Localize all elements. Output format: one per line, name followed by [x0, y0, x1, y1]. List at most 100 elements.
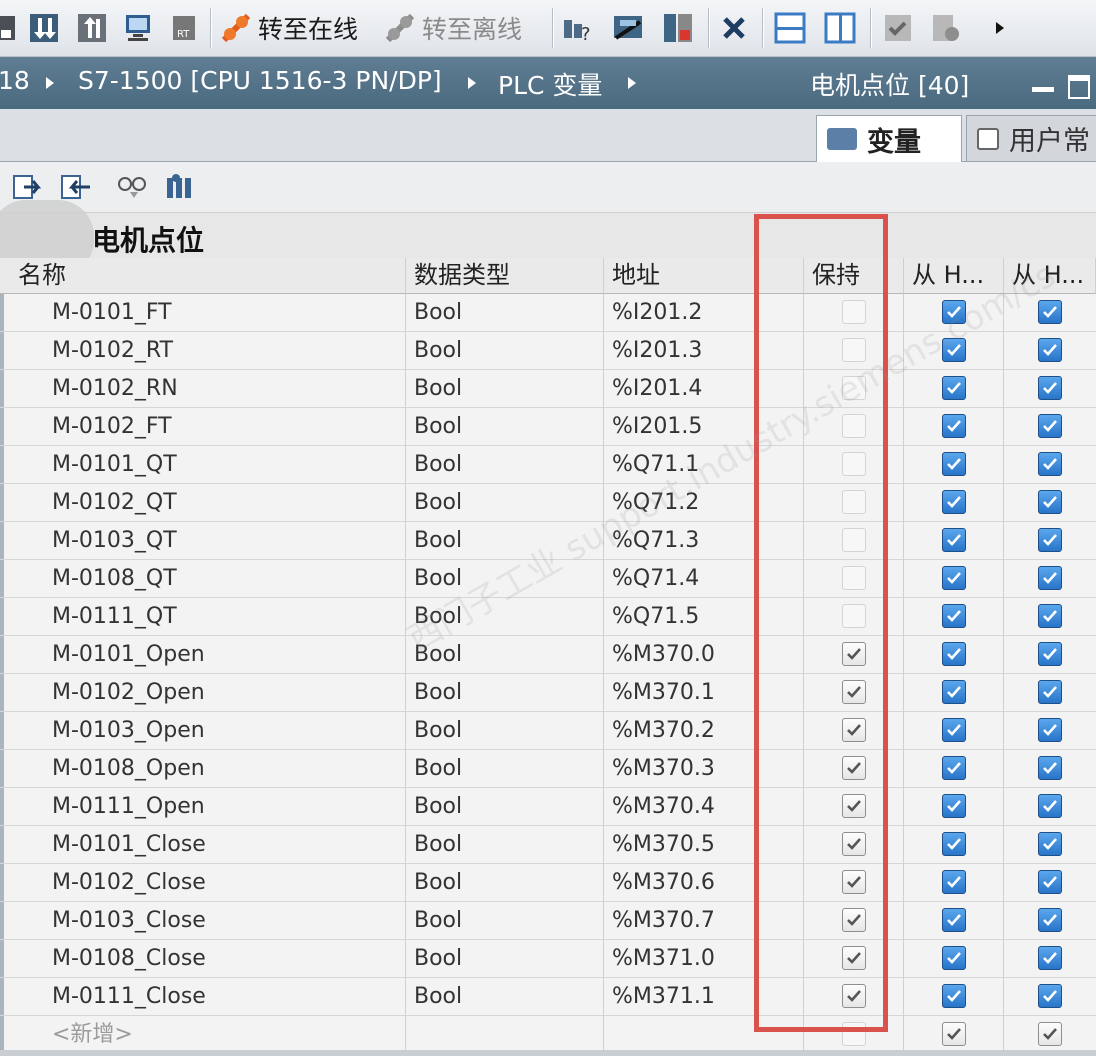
row-handle[interactable] [0, 788, 4, 825]
retain-checkbox[interactable] [842, 794, 866, 818]
column-header-hmi-visible[interactable]: 从 H... [1004, 258, 1096, 294]
retain-checkbox[interactable] [842, 414, 866, 438]
retain-checkbox[interactable] [842, 376, 866, 400]
hmi-visible-checkbox[interactable] [1038, 528, 1062, 552]
tag-name-cell[interactable]: M-0102_RN [44, 370, 406, 408]
retain-checkbox[interactable] [842, 908, 866, 932]
table-row[interactable]: M-0102_RN Bool %I201.4 [0, 370, 1096, 408]
upload-button[interactable] [76, 10, 108, 46]
table-row[interactable]: M-0102_RT Bool %I201.3 [0, 332, 1096, 370]
data-type-cell[interactable]: Bool [406, 750, 604, 788]
hmi-visible-checkbox[interactable] [1038, 984, 1062, 1008]
row-handle[interactable] [0, 978, 4, 1015]
row-handle[interactable] [0, 598, 4, 635]
hmi-accessible-checkbox[interactable] [942, 604, 966, 628]
row-handle[interactable] [0, 902, 4, 939]
retain-checkbox[interactable] [842, 452, 866, 476]
address-cell[interactable]: %M371.1 [604, 978, 804, 1016]
tag-name-cell[interactable]: M-0102_Close [44, 864, 406, 902]
hmi-visible-checkbox[interactable] [1038, 946, 1062, 970]
tag-name-cell[interactable]: M-0101_Open [44, 636, 406, 674]
monitor-button[interactable] [122, 10, 154, 46]
row-handle[interactable] [0, 370, 4, 407]
data-type-cell[interactable]: Bool [406, 940, 604, 978]
hmi-visible-checkbox[interactable] [1038, 376, 1062, 400]
accessible-devices-button[interactable]: ? [562, 10, 594, 46]
table-row[interactable]: M-0108_QT Bool %Q71.4 [0, 560, 1096, 598]
data-type-cell[interactable]: Bool [406, 332, 604, 370]
hmi-accessible-checkbox[interactable] [942, 414, 966, 438]
breadcrumb-item-cpu[interactable]: S7-1500 [CPU 1516-3 PN/DP] [78, 66, 442, 95]
tag-name-cell[interactable]: <新增> [44, 1016, 406, 1054]
hmi-accessible-checkbox[interactable] [942, 528, 966, 552]
hmi-accessible-checkbox[interactable] [942, 490, 966, 514]
hmi-visible-checkbox[interactable] [1038, 794, 1062, 818]
go-online-button[interactable]: 转至在线 [220, 10, 358, 46]
hmi-accessible-checkbox[interactable] [942, 376, 966, 400]
tag-name-cell[interactable]: M-0101_QT [44, 446, 406, 484]
address-cell[interactable]: %Q71.2 [604, 484, 804, 522]
download-button[interactable] [28, 10, 60, 46]
retain-checkbox[interactable] [842, 946, 866, 970]
table-row[interactable]: M-0103_Close Bool %M370.7 [0, 902, 1096, 940]
retain-checkbox[interactable] [842, 984, 866, 1008]
hmi-visible-checkbox[interactable] [1038, 452, 1062, 476]
split-vertical-button[interactable] [824, 10, 856, 46]
retain-checkbox[interactable] [842, 528, 866, 552]
address-cell[interactable] [604, 1016, 804, 1054]
retain-checkbox[interactable] [842, 718, 866, 742]
tag-name-cell[interactable]: M-0103_Close [44, 902, 406, 940]
row-handle[interactable] [0, 408, 4, 445]
hmi-visible-checkbox[interactable] [1038, 680, 1062, 704]
retain-checkbox[interactable] [842, 604, 866, 628]
hmi-accessible-checkbox[interactable] [942, 718, 966, 742]
retain-checkbox[interactable] [842, 338, 866, 362]
minimize-button[interactable] [1032, 87, 1054, 92]
hmi-accessible-checkbox[interactable] [942, 908, 966, 932]
hmi-visible-checkbox[interactable] [1038, 604, 1062, 628]
retain-checkbox[interactable] [842, 490, 866, 514]
breadcrumb-item-project[interactable]: 18 [0, 66, 30, 95]
tag-name-cell[interactable]: M-0108_Open [44, 750, 406, 788]
hmi-accessible-checkbox[interactable] [942, 566, 966, 590]
hmi-accessible-checkbox[interactable] [942, 984, 966, 1008]
hmi-visible-checkbox[interactable] [1038, 642, 1062, 666]
rt-button[interactable]: RT [168, 10, 200, 46]
retain-checkbox[interactable] [842, 832, 866, 856]
hmi-visible-checkbox[interactable] [1038, 414, 1062, 438]
hmi-visible-checkbox[interactable] [1038, 832, 1062, 856]
hmi-accessible-checkbox[interactable] [942, 756, 966, 780]
row-handle[interactable] [0, 446, 4, 483]
data-type-cell[interactable]: Bool [406, 294, 604, 332]
address-cell[interactable]: %M370.1 [604, 674, 804, 712]
settings-button[interactable] [930, 10, 962, 46]
save-project-button[interactable] [0, 10, 24, 46]
row-handle[interactable] [0, 522, 4, 559]
hmi-accessible-checkbox[interactable] [942, 870, 966, 894]
tag-name-cell[interactable]: M-0101_Close [44, 826, 406, 864]
address-cell[interactable]: %I201.4 [604, 370, 804, 408]
retain-checkbox[interactable] [842, 680, 866, 704]
data-type-cell[interactable]: Bool [406, 788, 604, 826]
address-cell[interactable]: %Q71.5 [604, 598, 804, 636]
data-type-cell[interactable]: Bool [406, 522, 604, 560]
row-handle[interactable] [0, 484, 4, 521]
hmi-visible-checkbox[interactable] [1038, 718, 1062, 742]
hmi-accessible-checkbox[interactable] [942, 794, 966, 818]
row-handle[interactable] [0, 750, 4, 787]
tab-tags[interactable]: 变量 [816, 115, 962, 162]
hmi-accessible-checkbox[interactable] [942, 946, 966, 970]
row-handle[interactable] [0, 674, 4, 711]
hmi-accessible-checkbox[interactable] [942, 452, 966, 476]
row-handle[interactable] [0, 826, 4, 863]
data-type-cell[interactable]: Bool [406, 484, 604, 522]
hmi-visible-checkbox[interactable] [1038, 338, 1062, 362]
hmi-visible-checkbox[interactable] [1038, 908, 1062, 932]
data-type-cell[interactable]: Bool [406, 826, 604, 864]
address-cell[interactable]: %M371.0 [604, 940, 804, 978]
data-type-cell[interactable]: Bool [406, 978, 604, 1016]
data-type-cell[interactable] [406, 1016, 604, 1054]
row-handle[interactable] [0, 940, 4, 977]
tag-name-cell[interactable]: M-0101_FT [44, 294, 406, 332]
data-type-cell[interactable]: Bool [406, 712, 604, 750]
